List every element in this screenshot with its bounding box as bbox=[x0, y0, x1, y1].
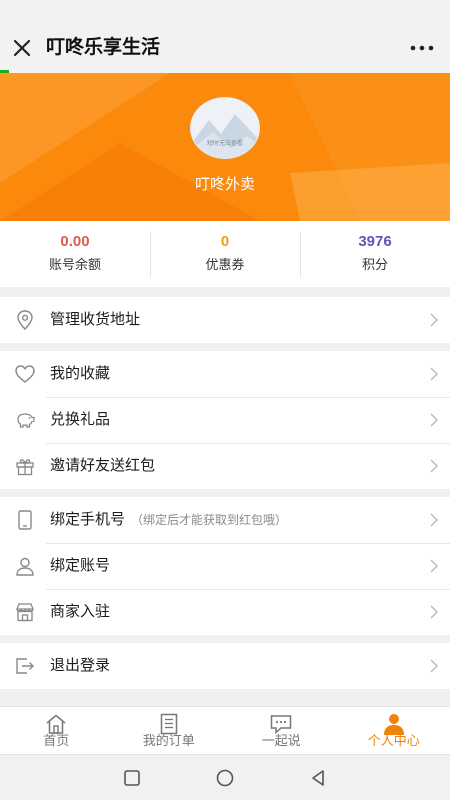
bottom-tab-bar: 首页 我的订单 一起说 个人中心 bbox=[0, 706, 450, 754]
chevron-right-icon bbox=[430, 413, 438, 427]
menu-item-favorites[interactable]: 我的收藏 bbox=[0, 351, 450, 397]
bind-phone-label: 绑定手机号 bbox=[50, 511, 126, 528]
home-icon bbox=[46, 714, 66, 734]
chevron-right-icon bbox=[430, 559, 438, 573]
store-icon bbox=[16, 603, 34, 622]
tab-home[interactable]: 首页 bbox=[0, 707, 113, 754]
tab-label: 一起说 bbox=[261, 733, 301, 748]
menu-group-address: 管理收货地址 bbox=[0, 297, 450, 343]
username: 叮咚外卖 bbox=[194, 176, 255, 193]
stat-value: 0.00 bbox=[60, 233, 90, 250]
account-stats: 0.00 账号余额 0 优惠券 3976 积分 bbox=[0, 221, 450, 287]
tab-chat[interactable]: 一起说 bbox=[225, 707, 338, 754]
recent-apps-icon[interactable] bbox=[121, 767, 143, 789]
tab-label: 我的订单 bbox=[142, 733, 195, 748]
menu-item-invite[interactable]: 邀请好友送红包 bbox=[0, 443, 450, 489]
menu-item-bind-phone[interactable]: 绑定手机号 （绑定后才能获取到红包哦） bbox=[0, 497, 450, 543]
page-title: 叮咚乐享生活 bbox=[46, 37, 161, 58]
chevron-right-icon bbox=[430, 605, 438, 619]
chat-icon bbox=[271, 715, 292, 735]
location-pin-icon bbox=[17, 310, 33, 330]
menu-item-label: 邀请好友送红包 bbox=[50, 457, 156, 474]
gift-box-icon bbox=[16, 459, 34, 476]
top-bar: 叮咚乐享生活 bbox=[0, 0, 450, 72]
profile-banner: 短时无法查看 叮咚外卖 bbox=[0, 73, 450, 221]
menu-group-logout: 退出登录 bbox=[0, 643, 450, 689]
avatar[interactable]: 短时无法查看 bbox=[190, 97, 260, 159]
orders-icon bbox=[160, 713, 177, 735]
menu-group-account: 绑定手机号 （绑定后才能获取到红包哦） 绑定账号 商家入驻 bbox=[0, 497, 450, 635]
bind-phone-hint: （绑定后才能获取到红包哦） bbox=[131, 513, 288, 527]
menu-item-label: 退出登录 bbox=[50, 657, 111, 674]
chevron-right-icon bbox=[430, 367, 438, 381]
close-icon[interactable] bbox=[10, 36, 34, 60]
stat-value: 0 bbox=[220, 233, 230, 250]
image-placeholder-icon bbox=[191, 98, 259, 158]
menu-item-label: 商家入驻 bbox=[50, 603, 111, 620]
tab-label: 首页 bbox=[43, 733, 70, 748]
menu-item-logout[interactable]: 退出登录 bbox=[0, 643, 450, 689]
piggy-bank-icon bbox=[17, 413, 35, 428]
menu-item-label: 管理收货地址 bbox=[50, 311, 141, 328]
tab-label: 个人中心 bbox=[367, 733, 420, 748]
chevron-right-icon bbox=[430, 513, 438, 527]
phone-icon bbox=[18, 510, 32, 530]
menu-item-label: 我的收藏 bbox=[50, 365, 111, 382]
menu-item-merchant[interactable]: 商家入驻 bbox=[0, 589, 450, 635]
menu-item-address[interactable]: 管理收货地址 bbox=[0, 297, 450, 343]
menu-item-label: 兑换礼品 bbox=[50, 411, 111, 428]
menu-item-label: 绑定账号 bbox=[50, 557, 111, 574]
stat-balance[interactable]: 0.00 账号余额 bbox=[0, 221, 150, 287]
tab-orders[interactable]: 我的订单 bbox=[113, 707, 226, 754]
stat-label: 账号余额 bbox=[48, 257, 101, 272]
menu-item-gifts[interactable]: 兑换礼品 bbox=[0, 397, 450, 443]
menu-group-rewards: 我的收藏 兑换礼品 邀请好友送红包 bbox=[0, 351, 450, 489]
person-icon bbox=[383, 714, 404, 735]
menu-item-bind-account[interactable]: 绑定账号 bbox=[0, 543, 450, 589]
chevron-right-icon bbox=[430, 659, 438, 673]
more-icon[interactable] bbox=[408, 36, 436, 60]
chevron-right-icon bbox=[430, 459, 438, 473]
back-icon[interactable] bbox=[307, 767, 329, 789]
home-button-icon[interactable] bbox=[214, 767, 236, 789]
stat-coupons[interactable]: 0 优惠券 bbox=[150, 221, 300, 287]
logout-icon bbox=[16, 658, 34, 674]
stat-points[interactable]: 3976 积分 bbox=[300, 221, 450, 287]
user-icon bbox=[16, 557, 34, 576]
stat-label: 优惠券 bbox=[205, 257, 245, 272]
chevron-right-icon bbox=[430, 313, 438, 327]
tab-profile[interactable]: 个人中心 bbox=[338, 707, 450, 754]
menu-item-label: 绑定手机号 （绑定后才能获取到红包哦） bbox=[50, 510, 287, 530]
heart-icon bbox=[15, 365, 35, 383]
system-nav-bar bbox=[0, 754, 450, 800]
stat-value: 3976 bbox=[358, 233, 392, 250]
avatar-caption: 短时无法查看 bbox=[206, 141, 243, 147]
stat-label: 积分 bbox=[361, 257, 388, 272]
